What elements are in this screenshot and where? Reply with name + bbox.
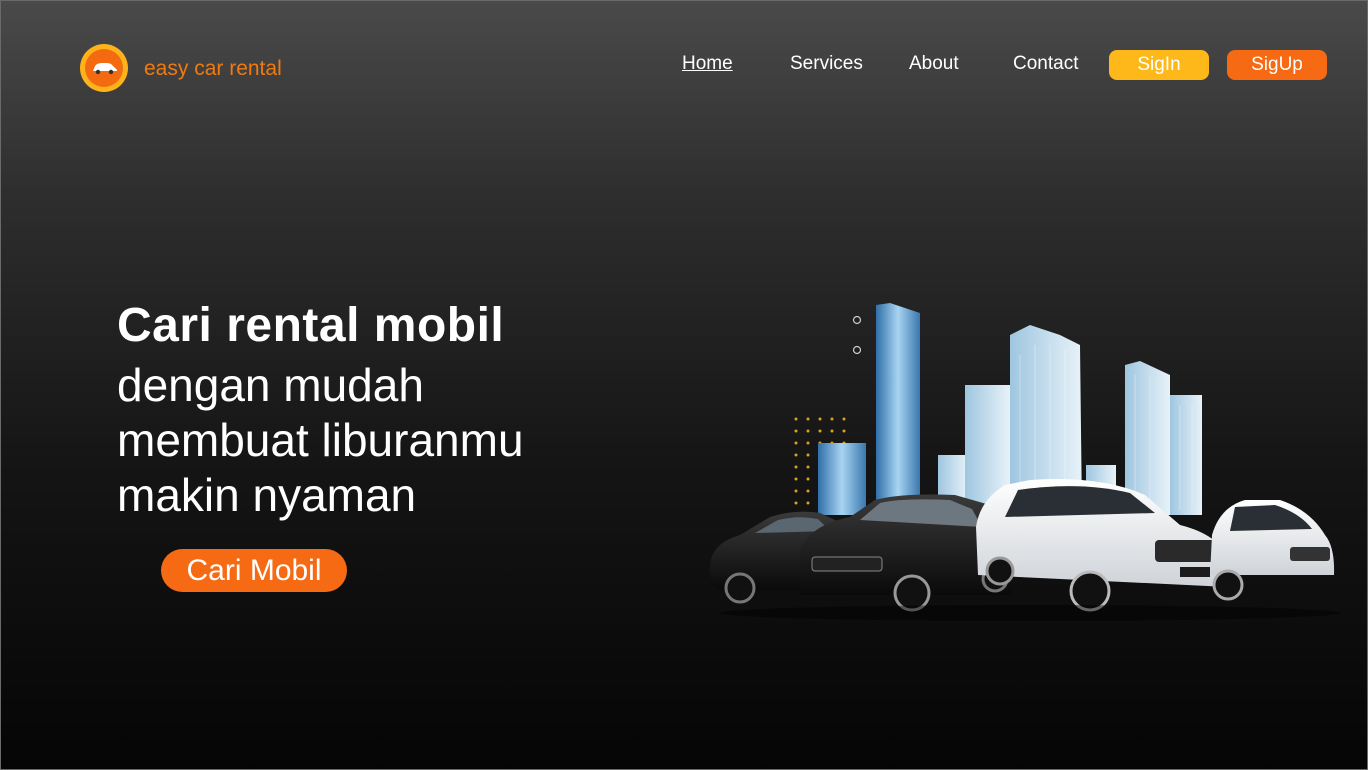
search-car-button[interactable]: Cari Mobil [161,549,347,592]
car-logo-icon [85,49,123,87]
nav-home[interactable]: Home [682,53,733,75]
hero-title: Cari rental mobil [117,299,505,352]
brand-name[interactable]: easy car rental [144,57,282,81]
nav-services[interactable]: Services [790,53,863,75]
nav-contact[interactable]: Contact [1013,53,1078,75]
brand-logo[interactable] [80,44,128,92]
hero-line-2: membuat liburanmu [117,414,524,466]
signin-button[interactable]: SigIn [1109,50,1209,80]
signup-button[interactable]: SigUp [1227,50,1327,80]
hero-line-3: makin nyaman [117,469,417,521]
hero-line-1: dengan mudah [117,359,424,411]
nav-about[interactable]: About [909,53,959,75]
cars-city-illustration [700,295,1350,625]
